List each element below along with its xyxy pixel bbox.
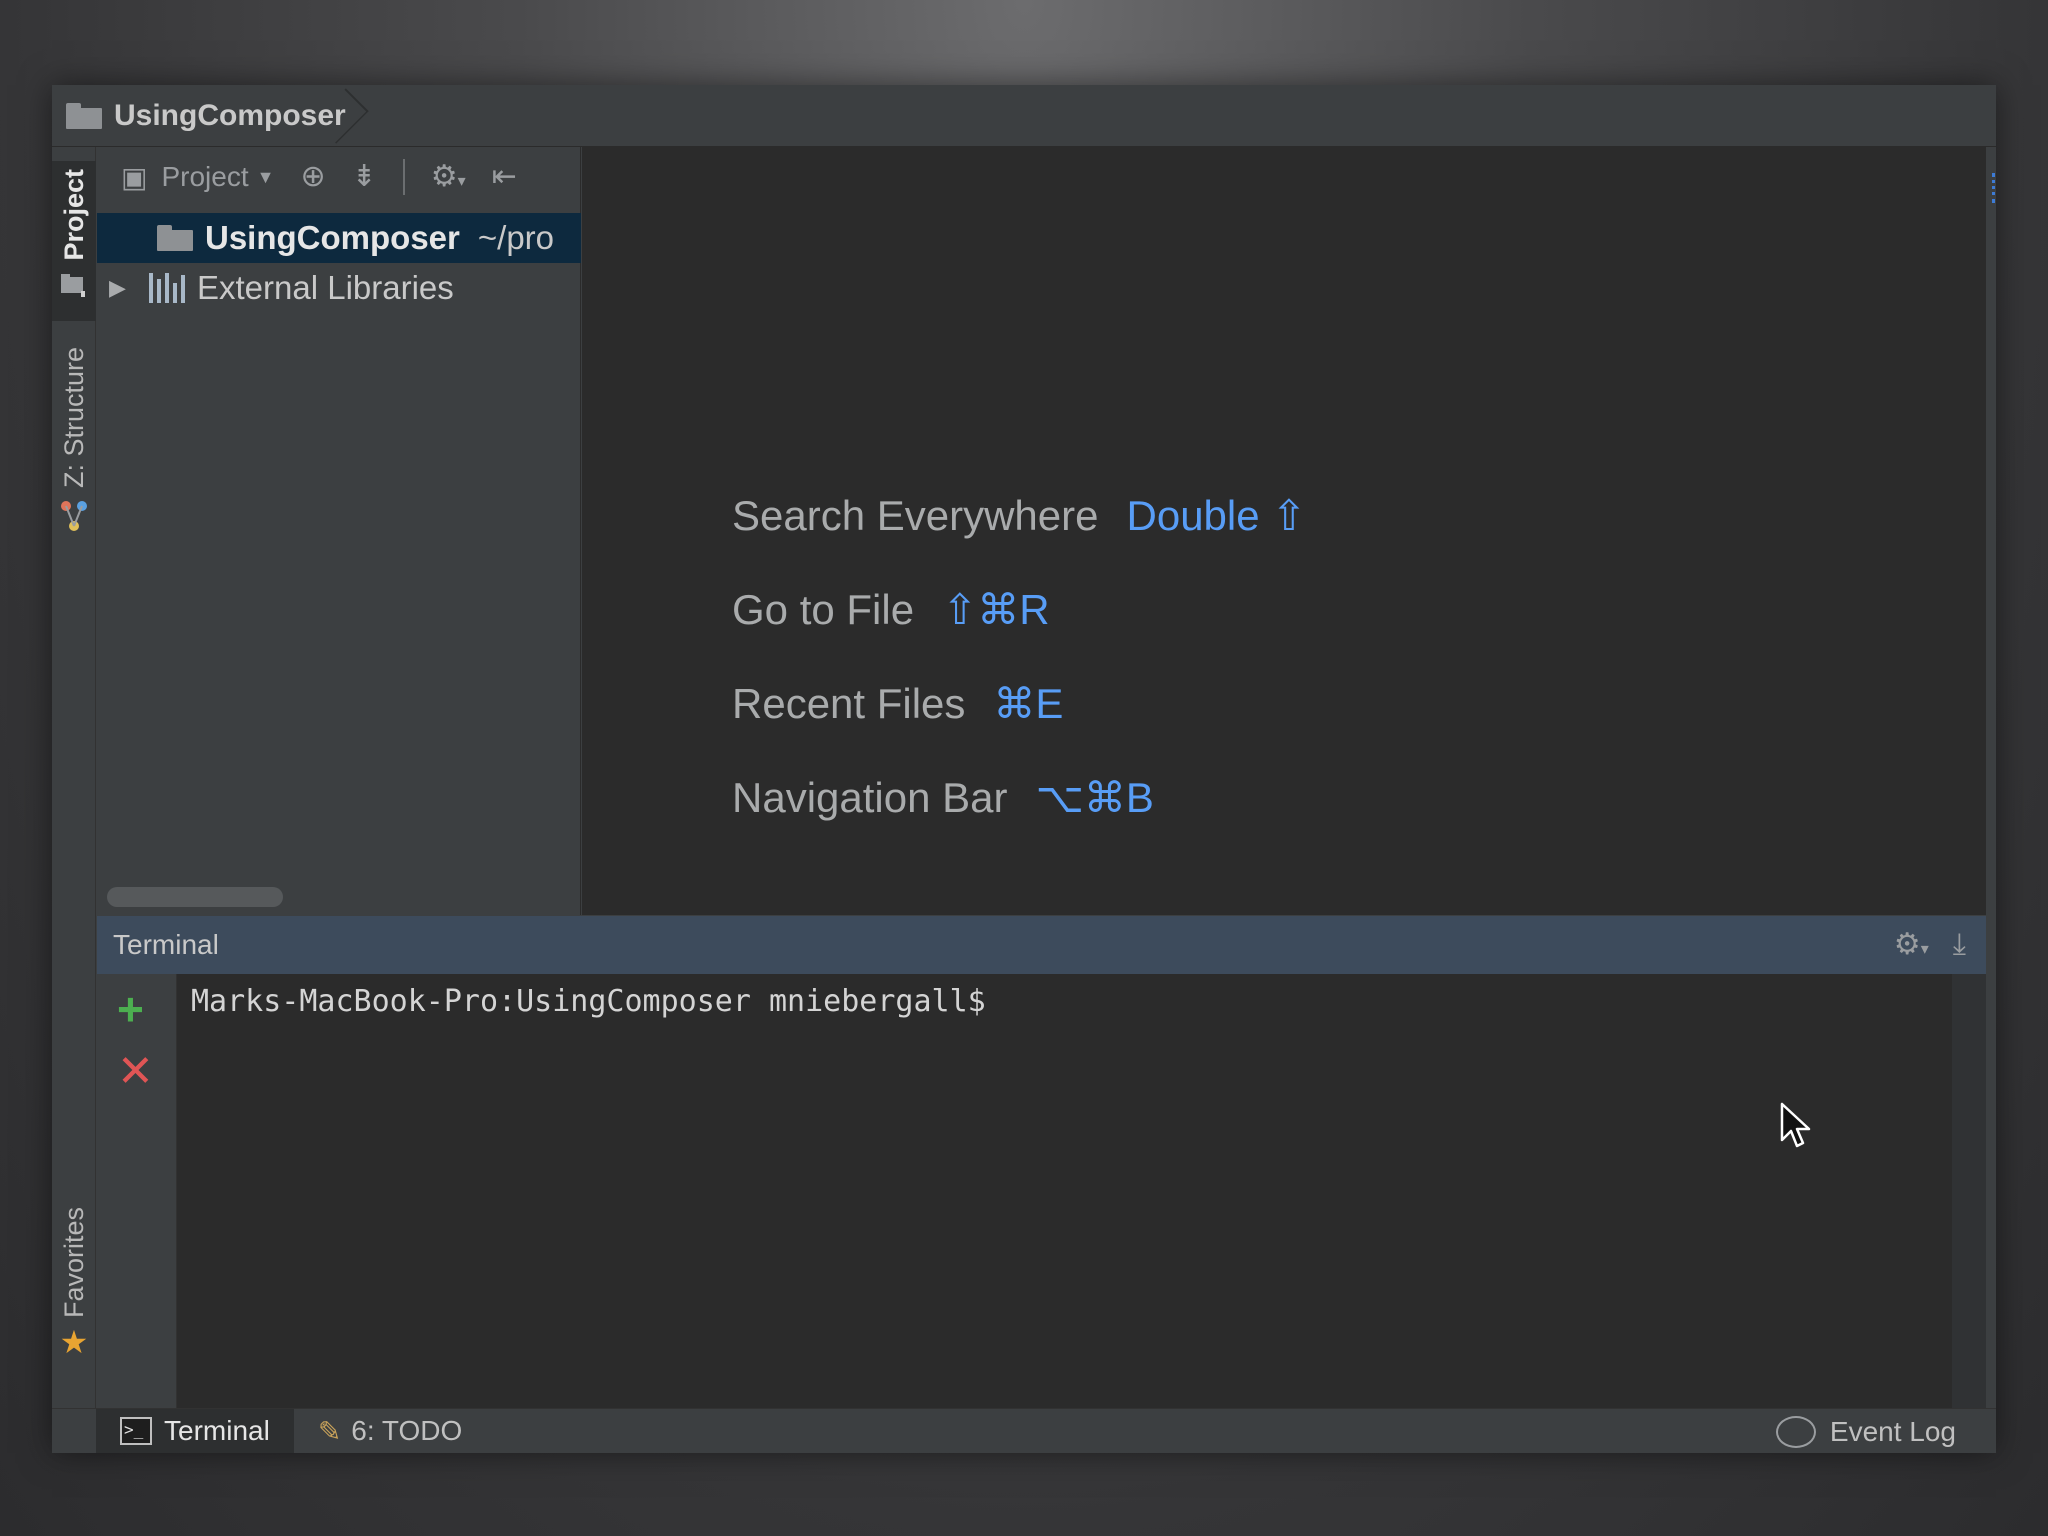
hint-shortcut: Double ⇧ — [1126, 492, 1307, 539]
terminal-header: Terminal ⚙▾ ⤓ — [97, 916, 1986, 974]
terminal-header-actions: ⚙▾ ⤓ — [1894, 930, 1966, 960]
horizontal-scrollbar[interactable] — [107, 887, 283, 907]
scroll-from-source-icon[interactable]: ⊕ — [300, 162, 325, 192]
terminal-icon: >_ — [120, 1417, 152, 1445]
collapse-all-icon[interactable]: ⇟ — [352, 162, 377, 192]
hint-label: Navigation Bar — [732, 773, 1008, 821]
stripe-favorites-label: Favorites — [58, 1207, 89, 1319]
speech-bubble-icon — [1775, 1415, 1816, 1448]
hint-label: Go to File — [732, 585, 915, 633]
hint-shortcut: ⇧⌘R — [942, 586, 1050, 633]
hint-go-to-file: Go to File ⇧⌘R — [732, 585, 1050, 634]
bottom-tool-bar: >_ Terminal ✎ 6: TODO Event Log — [52, 1408, 1996, 1453]
gear-icon[interactable]: ⚙▾ — [431, 162, 466, 192]
stripe-project-label: Project — [58, 169, 89, 261]
hint-search-everywhere: Search Everywhere Double ⇧ — [732, 491, 1306, 540]
tab-todo-label: 6: TODO — [351, 1415, 463, 1446]
editor-area: Search Everywhere Double ⇧ Go to File ⇧⌘… — [582, 147, 1995, 915]
left-tool-stripe: Project Z: Structure Favorites ★ — [52, 147, 96, 1453]
hide-panel-icon[interactable]: ⇤ — [492, 162, 517, 192]
hint-navigation-bar: Navigation Bar ⌥⌘B — [732, 773, 1154, 822]
hint-recent-files: Recent Files ⌘E — [732, 679, 1063, 728]
toolbar-divider — [402, 159, 405, 195]
tab-terminal-label: Terminal — [164, 1415, 270, 1446]
project-view-label: Project — [161, 161, 249, 192]
tree-item-external-libraries[interactable]: ▶ External Libraries — [97, 263, 581, 313]
hint-label: Search Everywhere — [732, 491, 1099, 539]
navigation-bar: UsingComposer — [52, 85, 1996, 147]
hide-icon[interactable]: ⤓ — [1953, 930, 1966, 960]
project-tool-window: ▣ Project ▼ ⊕ ⇟ ⚙▾ ⇤ UsingComposer ~/pro… — [97, 147, 581, 915]
ide-window: UsingComposer Project Z: Structure Favor… — [52, 85, 1996, 1453]
breadcrumb-label: UsingComposer — [114, 98, 346, 132]
project-folder-icon — [61, 273, 85, 297]
todo-icon: ✎ — [317, 1415, 342, 1447]
hint-label: Recent Files — [732, 679, 966, 727]
event-log-button[interactable]: Event Log — [1775, 1409, 1956, 1454]
gear-icon[interactable]: ⚙▾ — [1894, 930, 1929, 960]
tab-terminal[interactable]: >_ Terminal — [96, 1409, 294, 1453]
close-icon[interactable]: ✕ — [117, 1050, 154, 1094]
tab-todo[interactable]: ✎ 6: TODO — [294, 1409, 486, 1453]
hint-shortcut: ⌥⌘B — [1035, 774, 1154, 821]
terminal-side-toolbar: + ✕ — [97, 974, 177, 1408]
hint-shortcut: ⌘E — [993, 680, 1064, 727]
plus-icon[interactable]: + — [117, 986, 144, 1032]
terminal-title: Terminal — [113, 929, 219, 960]
terminal-panel[interactable]: + ✕ Marks-MacBook-Pro:UsingComposer mnie… — [97, 974, 1986, 1408]
tree-item-label: UsingComposer — [205, 219, 460, 256]
project-view-dropdown[interactable]: ▣ Project ▼ — [121, 161, 274, 194]
structure-icon — [61, 501, 87, 532]
star-icon: ★ — [59, 1324, 89, 1361]
editor-edge-marker — [1992, 173, 1996, 203]
tree-item-label: External Libraries — [197, 269, 454, 306]
project-toolbar: ▣ Project ▼ ⊕ ⇟ ⚙▾ ⇤ — [97, 147, 580, 207]
terminal-scrollbar[interactable] — [1952, 974, 1986, 1408]
stripe-project-button[interactable]: Project — [52, 161, 96, 321]
folder-icon — [66, 102, 102, 129]
stripe-structure-button[interactable]: Z: Structure — [52, 347, 96, 534]
project-view-icon: ▣ — [121, 161, 148, 193]
terminal-prompt[interactable]: Marks-MacBook-Pro:UsingComposer mnieberg… — [191, 984, 986, 1019]
folder-icon — [157, 225, 193, 251]
tree-item-path: ~/pro — [477, 219, 555, 256]
stripe-structure-label: Z: Structure — [58, 347, 89, 489]
library-icon — [149, 273, 185, 303]
mouse-pointer-icon — [1780, 1102, 1811, 1148]
stripe-favorites-button[interactable]: Favorites ★ — [52, 1207, 96, 1358]
tree-item-project-root[interactable]: UsingComposer ~/pro — [97, 213, 581, 263]
breadcrumb-project[interactable]: UsingComposer — [66, 85, 358, 146]
chevron-down-icon: ▼ — [256, 166, 275, 187]
event-log-label: Event Log — [1829, 1415, 1956, 1447]
expand-arrow-icon[interactable]: ▶ — [109, 275, 129, 301]
